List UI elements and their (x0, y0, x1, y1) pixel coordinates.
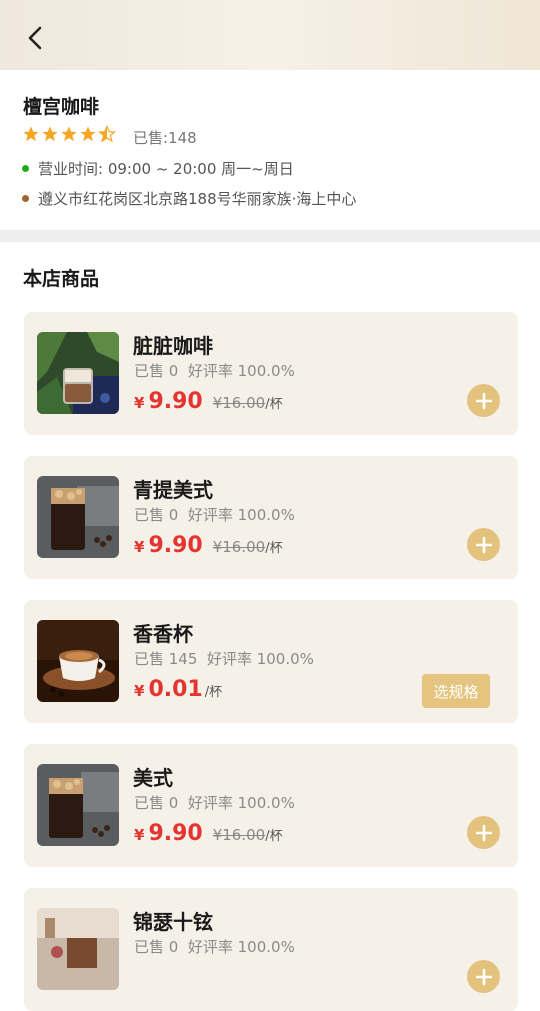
product-rating: 好评率 100.0% (187, 794, 295, 812)
star-full-icon (42, 126, 58, 142)
product-name: 香香杯 (133, 622, 193, 646)
product-stats: 已售 0 好评率 100.0% (134, 504, 295, 525)
star-full-icon (80, 126, 96, 142)
price-amount: 9.90 (148, 389, 203, 414)
product-rating: 好评率 100.0% (187, 362, 295, 380)
shop-address: 遵义市红花岗区北京路188号华丽家族·海上中心 (38, 190, 357, 208)
section-divider (0, 230, 540, 242)
chevron-left-icon (28, 26, 42, 50)
plus-icon (475, 536, 492, 553)
product-name: 青提美式 (133, 478, 213, 502)
product-rating: 好评率 100.0% (206, 650, 314, 668)
product-price: ¥ 9.90 ¥16.00 /杯 (134, 389, 283, 414)
price-unit: /杯 (265, 397, 283, 412)
add-to-cart-button[interactable] (467, 528, 500, 561)
product-stats: 已售 145 好评率 100.0% (134, 648, 314, 669)
product-price: ¥ 9.90 ¥16.00 /杯 (134, 533, 283, 558)
product-stats: 已售 0 好评率 100.0% (134, 360, 295, 381)
product-price: ¥ 9.90 ¥16.00 /杯 (134, 821, 283, 846)
top-bar (0, 0, 540, 70)
shop-hours-row: 营业时间: 09:00 ~ 20:00 周一~周日 (22, 158, 294, 179)
product-sales: 已售 0 (134, 794, 179, 812)
product-image (37, 332, 119, 414)
price-amount: 0.01 (148, 677, 203, 702)
product-image (37, 764, 119, 846)
product-image (37, 908, 119, 990)
product-stats: 已售 0 好评率 100.0% (134, 792, 295, 813)
add-to-cart-button[interactable] (467, 384, 500, 417)
star-full-icon (23, 126, 39, 142)
price-unit: /杯 (265, 541, 283, 556)
section-title: 本店商品 (23, 268, 100, 290)
product-card[interactable]: 青提美式 已售 0 好评率 100.0% ¥ 9.90 ¥16.00 /杯 (24, 456, 518, 579)
price-currency: ¥ (134, 826, 145, 844)
product-card[interactable]: 脏脏咖啡 已售 0 好评率 100.0% ¥ 9.90 ¥16.00 /杯 (24, 312, 518, 435)
original-price: ¥16.00 (212, 826, 266, 844)
price-unit: /杯 (204, 685, 223, 700)
shop-sold-count: 已售:148 (133, 129, 197, 147)
product-sales: 已售 0 (134, 362, 179, 380)
product-card[interactable]: 锦瑟十铉 已售 0 好评率 100.0% (24, 888, 518, 1011)
product-name: 美式 (133, 766, 173, 790)
plus-icon (475, 824, 492, 841)
product-sales: 已售 0 (134, 938, 179, 956)
product-sales: 已售 145 (134, 650, 198, 668)
price-currency: ¥ (134, 538, 145, 556)
product-sales: 已售 0 (134, 506, 179, 524)
add-to-cart-button[interactable] (467, 960, 500, 993)
shop-rating-stars (22, 125, 116, 147)
status-dot-icon (22, 165, 29, 172)
product-stats: 已售 0 好评率 100.0% (134, 936, 295, 957)
original-price: ¥16.00 (212, 538, 266, 556)
plus-icon (475, 968, 492, 985)
product-rating: 好评率 100.0% (187, 506, 295, 524)
product-card[interactable]: 美式 已售 0 好评率 100.0% ¥ 9.90 ¥16.00 /杯 (24, 744, 518, 867)
product-image (37, 620, 119, 702)
shop-hours: 营业时间: 09:00 ~ 20:00 周一~周日 (38, 160, 294, 178)
star-half-icon (98, 125, 116, 143)
plus-icon (475, 392, 492, 409)
price-currency: ¥ (134, 394, 145, 412)
product-price: ¥ 0.01 /杯 (134, 677, 222, 702)
product-name: 锦瑟十铉 (133, 910, 213, 934)
product-name: 脏脏咖啡 (133, 334, 213, 358)
select-spec-button[interactable]: 选规格 (422, 674, 490, 708)
price-unit: /杯 (265, 829, 283, 844)
add-to-cart-button[interactable] (467, 816, 500, 849)
price-currency: ¥ (134, 682, 145, 700)
price-amount: 9.90 (148, 533, 203, 558)
product-rating: 好评率 100.0% (187, 938, 295, 956)
star-full-icon (61, 126, 77, 142)
shop-name: 檀宫咖啡 (23, 96, 100, 118)
original-price: ¥16.00 (212, 394, 266, 412)
location-dot-icon (22, 195, 29, 202)
product-image (37, 476, 119, 558)
price-amount: 9.90 (148, 821, 203, 846)
back-button[interactable] (22, 24, 50, 52)
product-card[interactable]: 香香杯 已售 145 好评率 100.0% ¥ 0.01 /杯 选规格 (24, 600, 518, 723)
shop-address-row[interactable]: 遵义市红花岗区北京路188号华丽家族·海上中心 (22, 188, 356, 209)
